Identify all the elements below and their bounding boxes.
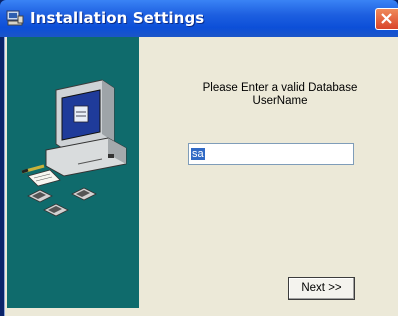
floppy-disk-icon bbox=[27, 187, 97, 217]
computer-illustration bbox=[21, 79, 127, 217]
window-title: Installation Settings bbox=[30, 9, 205, 27]
username-value: sa bbox=[191, 148, 205, 160]
pen-icon bbox=[21, 164, 45, 174]
window-bottom-edge bbox=[0, 316, 398, 323]
username-prompt: Please Enter a valid Database UserName bbox=[202, 82, 358, 107]
document-icon bbox=[27, 169, 61, 187]
database-username-input[interactable]: sa bbox=[188, 143, 354, 165]
next-button[interactable]: Next >> bbox=[288, 277, 355, 300]
installer-window: Installation Settings Please Enter a val… bbox=[0, 0, 398, 323]
computer-icon bbox=[45, 79, 127, 177]
close-icon bbox=[381, 13, 392, 24]
setup-computer-icon bbox=[6, 10, 24, 26]
title-bar[interactable]: Installation Settings bbox=[0, 0, 398, 37]
close-button[interactable] bbox=[375, 8, 398, 30]
